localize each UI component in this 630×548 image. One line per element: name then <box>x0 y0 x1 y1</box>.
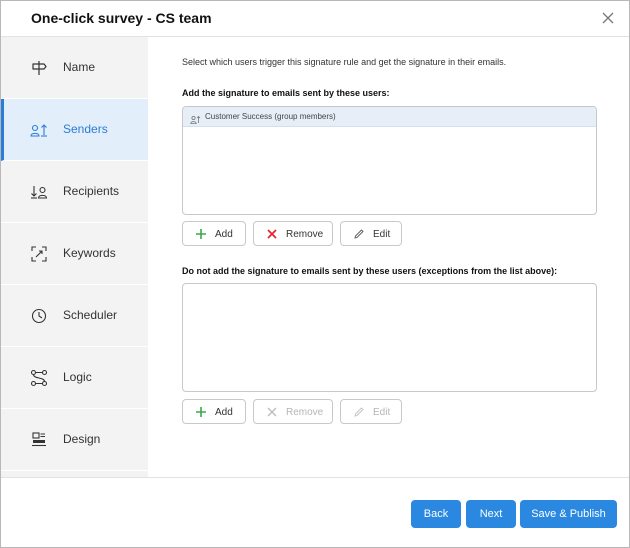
footer-bar: Back Next Save & Publish <box>1 477 629 547</box>
sidebar-item-label: Scheduler <box>63 308 118 322</box>
list-item-label: Customer Success (group members) <box>205 112 336 121</box>
sidebar-item-scheduler[interactable]: Scheduler <box>1 285 148 347</box>
remove-exception-button[interactable]: Remove <box>253 399 333 424</box>
add-button[interactable]: Add <box>182 221 246 246</box>
logic-flow-icon <box>29 368 49 388</box>
pencil-icon <box>353 228 365 240</box>
sidebar-item-label: Name <box>63 60 96 74</box>
add-button-label: Add <box>215 229 233 240</box>
remove-button-label: Remove <box>286 407 324 418</box>
close-icon <box>266 406 278 418</box>
include-section-title: Add the signature to emails sent by thes… <box>182 88 390 98</box>
list-item[interactable]: Customer Success (group members) <box>183 107 596 127</box>
edit-button-label: Edit <box>373 229 391 240</box>
sidebar-item-label: Senders <box>63 122 108 136</box>
exclude-users-list[interactable] <box>182 283 597 392</box>
layout-design-icon <box>29 430 49 450</box>
users-arrow-icon <box>190 112 201 124</box>
pencil-icon <box>353 406 365 418</box>
next-button[interactable]: Next <box>466 500 516 528</box>
exclude-section-title: Do not add the signature to emails sent … <box>182 266 558 276</box>
users-arrow-icon <box>29 120 49 140</box>
edit-exception-button[interactable]: Edit <box>340 399 402 424</box>
sidebar-item-name[interactable]: Name <box>1 37 148 99</box>
sidebar-item-logic[interactable]: Logic <box>1 347 148 409</box>
close-icon[interactable] <box>599 9 617 27</box>
save-publish-button[interactable]: Save & Publish <box>520 500 617 528</box>
sidebar-item-label: Design <box>63 432 101 446</box>
back-button[interactable]: Back <box>411 500 461 528</box>
edit-button[interactable]: Edit <box>340 221 402 246</box>
sidebar-item-senders[interactable]: Senders <box>1 99 148 161</box>
add-button-label: Add <box>215 407 233 418</box>
sidebar: Name Senders Recipients Keywords Schedul <box>1 37 148 477</box>
main-panel: Select which users trigger this signatur… <box>148 37 629 477</box>
add-exception-button[interactable]: Add <box>182 399 246 424</box>
keyword-scan-icon <box>29 244 49 264</box>
title-bar: One-click survey - CS team <box>1 1 629 37</box>
plus-icon <box>195 228 207 240</box>
plus-icon <box>195 406 207 418</box>
dialog-window: One-click survey - CS team Name Senders … <box>0 0 630 548</box>
clock-icon <box>29 306 49 326</box>
sidebar-item-keywords[interactable]: Keywords <box>1 223 148 285</box>
users-arrow-icon <box>29 182 49 202</box>
sidebar-item-label: Keywords <box>63 246 116 260</box>
sidebar-item-design[interactable]: Design <box>1 409 148 471</box>
dialog-title: One-click survey - CS team <box>31 10 212 26</box>
sidebar-item-label: Logic <box>63 370 92 384</box>
remove-button[interactable]: Remove <box>253 221 333 246</box>
edit-button-label: Edit <box>373 407 391 418</box>
remove-button-label: Remove <box>286 229 324 240</box>
sidebar-item-label: Recipients <box>63 184 120 198</box>
signpost-icon <box>29 58 49 78</box>
include-users-list[interactable]: Customer Success (group members) <box>182 106 597 215</box>
close-icon <box>266 228 278 240</box>
intro-text: Select which users trigger this signatur… <box>182 57 507 67</box>
sidebar-item-recipients[interactable]: Recipients <box>1 161 148 223</box>
